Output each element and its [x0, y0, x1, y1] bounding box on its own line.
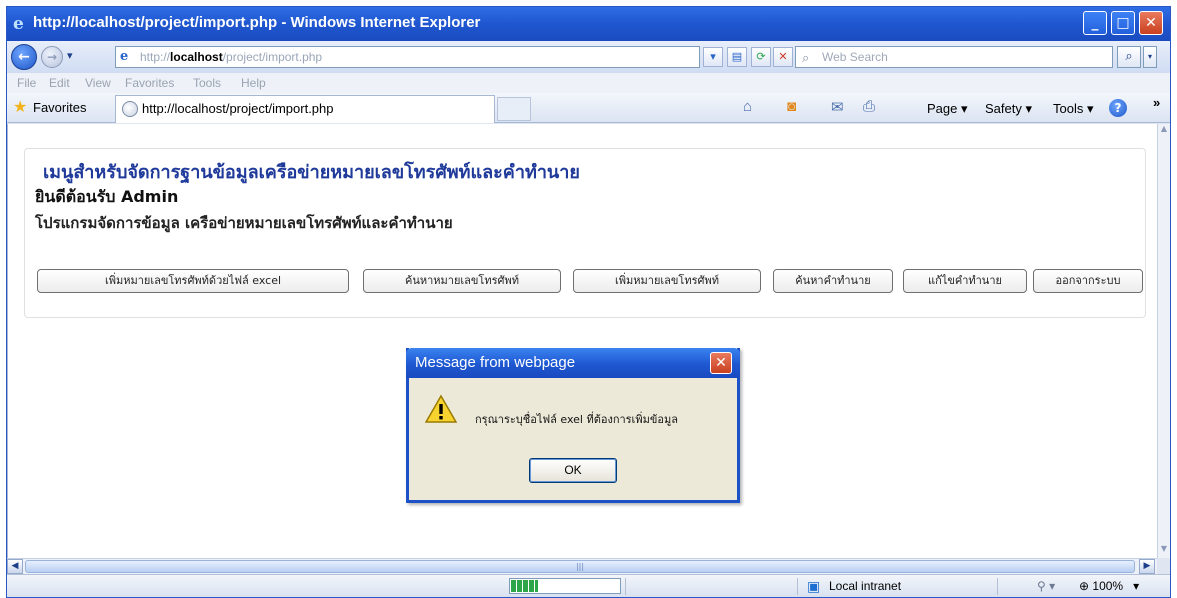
menu-panel: เมนูสำหรับจัดการฐานข้อมูลเครือข่ายหมายเล… [24, 148, 1146, 318]
search-placeholder: Web Search [822, 50, 888, 64]
tools-menu[interactable]: Tools ▾ [1053, 101, 1094, 117]
scroll-right-icon[interactable]: ▶ [1139, 559, 1155, 574]
forward-button[interactable]: → [41, 46, 63, 68]
stop-icon[interactable]: ✕ [773, 47, 793, 67]
favorites-label: Favorites [33, 100, 87, 115]
scroll-down-icon[interactable]: ▼ [1158, 544, 1170, 558]
tab-row: ★ Favorites http://localhost/project/imp… [7, 93, 1170, 123]
search-options-button[interactable]: ▾ [1143, 46, 1157, 68]
search-phone-button[interactable]: ค้นหาหมายเลขโทรศัพท์ [363, 269, 561, 293]
welcome-text: ยินดีต้อนรับ Admin [35, 187, 179, 206]
home-icon[interactable]: ⌂ [743, 98, 752, 115]
address-path: /project/import.php [222, 50, 323, 64]
menu-view[interactable]: View [85, 76, 111, 90]
search-input[interactable]: ⌕ Web Search [795, 46, 1113, 68]
globe-icon [122, 101, 138, 117]
status-divider [625, 578, 626, 595]
title-bar: e http://localhost/project/import.php - … [7, 7, 1170, 41]
print-icon[interactable]: ⎙ [863, 98, 875, 115]
zoom-level: 100% [1092, 579, 1124, 593]
search-icon: ⌕ [802, 50, 810, 65]
address-bar[interactable]: e http://localhost/project/import.php [115, 46, 700, 68]
toolbar-overflow-icon[interactable]: » [1153, 95, 1160, 110]
scroll-left-icon[interactable]: ◀ [7, 559, 23, 574]
import-excel-button[interactable]: เพิ่มหมายเลขโทรศัพท์ด้วยไฟล์ excel [37, 269, 349, 293]
loading-progress [509, 578, 621, 594]
progress-fill [511, 580, 538, 592]
search-prediction-button[interactable]: ค้นหาคำทำนาย [773, 269, 893, 293]
help-icon[interactable]: ? [1109, 99, 1127, 117]
menu-tools[interactable]: Tools [193, 76, 221, 90]
alert-dialog: Message from webpage ✕ กรุณาระบุชื่อไฟล์… [406, 348, 740, 503]
zoom-control[interactable]: ⊕ 100% ▾ [1079, 579, 1139, 593]
close-button[interactable]: ✕ [1139, 11, 1163, 35]
horizontal-scrollbar[interactable]: ◀ ||| ▶ [7, 558, 1157, 574]
security-zone[interactable]: ▣ Local intranet [807, 578, 902, 594]
menu-bar: File Edit View Favorites Tools Help [7, 73, 1170, 93]
dialog-message: กรุณาระบุชื่อไฟล์ exel ที่ต้องการเพิ่มข้… [475, 413, 678, 426]
address-host: localhost [170, 50, 223, 64]
zone-label: Local intranet [829, 579, 902, 593]
add-phone-button[interactable]: เพิ่มหมายเลขโทรศัพท์ [573, 269, 761, 293]
address-prefix: http:// [140, 50, 171, 64]
scroll-thumb[interactable]: ||| [25, 560, 1135, 573]
star-icon: ★ [13, 99, 28, 116]
tab-title: http://localhost/project/import.php [142, 101, 334, 116]
ie-logo-icon: e [13, 14, 24, 34]
browser-window: e http://localhost/project/import.php - … [6, 6, 1171, 598]
address-row: ← → ▾ e http://localhost/project/import.… [7, 41, 1170, 73]
zoom-dropdown-icon: ▾ [1126, 579, 1140, 593]
vertical-scrollbar[interactable]: ▲ ▼ [1157, 124, 1170, 558]
scroll-up-icon[interactable]: ▲ [1158, 124, 1170, 138]
refresh-icon[interactable]: ⟳ [751, 47, 771, 67]
safety-menu[interactable]: Safety ▾ [985, 101, 1032, 117]
feeds-icon[interactable]: ◙ [787, 98, 796, 115]
favorites-button[interactable]: ★ Favorites [11, 97, 86, 119]
menu-file[interactable]: File [17, 76, 36, 90]
page-heading: เมนูสำหรับจัดการฐานข้อมูลเครือข่ายหมายเล… [43, 162, 580, 183]
window-title: http://localhost/project/import.php - Wi… [33, 14, 481, 31]
address-dropdown-button[interactable]: ▾ [703, 47, 723, 67]
dialog-close-button[interactable]: ✕ [710, 352, 732, 374]
warning-icon [425, 394, 457, 423]
search-button[interactable]: ⌕ [1117, 46, 1141, 68]
recent-pages-dropdown-icon[interactable]: ▾ [67, 49, 73, 62]
protected-mode-icon[interactable]: ⚲ ▾ [1037, 579, 1055, 593]
program-subtitle: โปรแกรมจัดการข้อมูล เครือข่ายหมายเลขโทรศ… [35, 214, 453, 232]
menu-help[interactable]: Help [241, 76, 266, 90]
minimize-button[interactable]: _ [1083, 11, 1107, 35]
zoom-icon: ⊕ [1079, 579, 1090, 593]
page-icon: e [120, 49, 129, 64]
menu-edit[interactable]: Edit [49, 76, 70, 90]
intranet-icon: ▣ [807, 578, 821, 594]
tab-import[interactable]: http://localhost/project/import.php [115, 95, 495, 123]
status-divider [997, 578, 998, 595]
status-divider [797, 578, 798, 595]
menu-favorites[interactable]: Favorites [125, 76, 174, 90]
logout-button[interactable]: ออกจากระบบ [1033, 269, 1143, 293]
page-menu[interactable]: Page ▾ [927, 101, 968, 117]
back-button[interactable]: ← [11, 44, 37, 70]
status-bar: ▣ Local intranet ⚲ ▾ ⊕ 100% ▾ [7, 574, 1170, 597]
ok-button[interactable]: OK [529, 458, 617, 483]
edit-prediction-button[interactable]: แก้ไขคำทำนาย [903, 269, 1027, 293]
compatibility-view-icon[interactable]: ▤ [727, 47, 747, 67]
new-tab-button[interactable] [497, 97, 531, 121]
dialog-title-bar: Message from webpage ✕ [406, 348, 740, 378]
maximize-button[interactable]: □ [1111, 11, 1135, 35]
dialog-title: Message from webpage [415, 354, 576, 371]
mail-icon[interactable]: ✉ [831, 98, 844, 116]
